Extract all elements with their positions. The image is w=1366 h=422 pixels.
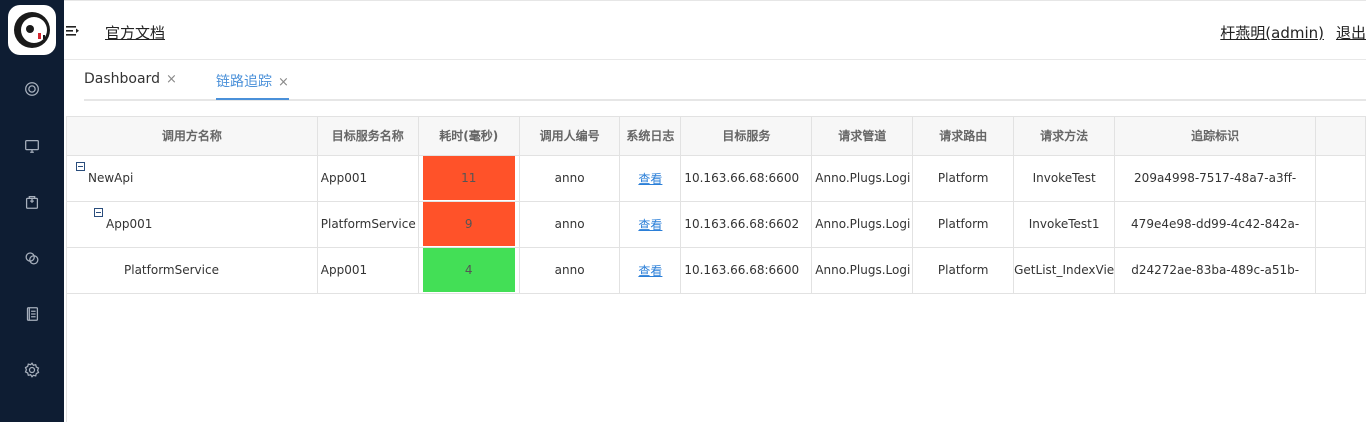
column-header[interactable]: 请求管道 [811, 117, 914, 156]
logo-image [14, 12, 50, 48]
target-cell: 10.163.66.68:6600 [680, 155, 813, 202]
caller-cell: PlatformService [67, 247, 318, 294]
tree-collapse-icon[interactable] [94, 207, 103, 217]
spacer-cell [1315, 247, 1366, 294]
tab-trace[interactable]: 链路追踪 × [216, 71, 289, 100]
column-header[interactable]: 系统日志 [619, 117, 682, 156]
target-name-cell: App001 [317, 155, 419, 202]
route-cell: Platform [912, 201, 1015, 248]
caller-cell: NewApi [67, 155, 318, 202]
cost-value: 4 [422, 248, 515, 292]
nav-package-icon[interactable] [0, 182, 64, 222]
cost-value: 9 [422, 202, 515, 246]
nav-monitor-icon[interactable] [0, 126, 64, 166]
official-docs-link[interactable]: 官方文档 [105, 22, 165, 43]
nav-target-icon[interactable] [0, 69, 64, 109]
cost-cell: 9 [418, 201, 520, 248]
column-header-spacer [1315, 117, 1366, 156]
column-header[interactable]: 请求方法 [1013, 117, 1116, 156]
target-cell: 10.163.66.68:6602 [680, 201, 813, 248]
column-header[interactable]: 请求路由 [912, 117, 1015, 156]
trace-id-cell: 479e4e98-dd99-4c42-842a- [1114, 201, 1317, 248]
app-logo[interactable] [8, 5, 56, 55]
route-cell: Platform [912, 155, 1015, 202]
tab-label: Dashboard [84, 71, 160, 87]
log-cell: 查看 [619, 201, 682, 248]
tree-collapse-icon[interactable] [76, 161, 85, 171]
target-name-cell: PlatformService [317, 201, 419, 248]
tab-close-icon[interactable]: × [166, 72, 177, 87]
view-log-link[interactable]: 查看 [638, 264, 662, 278]
top-header: 官方文档 杆燕明(admin) 退出 [64, 0, 1366, 60]
caller-name: App001 [106, 216, 153, 231]
table-row[interactable]: App001 PlatformService 9 anno 查看 10.163.… [67, 201, 1366, 248]
view-log-link[interactable]: 查看 [638, 218, 662, 232]
page-tabs: Dashboard × 链路追踪 × [84, 60, 1366, 101]
trace-tree-grid: 调用方名称 目标服务名称 耗时(毫秒) 调用人编号 系统日志 目标服务 请求管道… [66, 116, 1366, 422]
trace-id-cell: d24272ae-83ba-489c-a51b- [1114, 247, 1317, 294]
cost-value: 11 [422, 156, 515, 200]
caller-cell: App001 [67, 201, 318, 248]
user-no-cell: anno [519, 247, 621, 294]
column-header[interactable]: 调用方名称 [67, 117, 318, 156]
sidebar [0, 0, 64, 422]
caller-name: NewApi [88, 170, 134, 185]
method-cell: InvokeTest [1013, 155, 1116, 202]
method-cell: InvokeTest1 [1013, 201, 1116, 248]
log-cell: 查看 [619, 155, 682, 202]
table-row[interactable]: NewApi App001 11 anno 查看 10.163.66.68:66… [67, 155, 1366, 202]
cost-cell: 4 [418, 247, 520, 294]
pipe-cell: Anno.Plugs.Logi [811, 155, 914, 202]
user-no-cell: anno [519, 155, 621, 202]
tab-label: 链路追踪 [216, 74, 272, 90]
caller-name: PlatformService [124, 262, 219, 277]
pipe-cell: Anno.Plugs.Logi [811, 201, 914, 248]
user-no-cell: anno [519, 201, 621, 248]
spacer-cell [1315, 201, 1366, 248]
column-header[interactable]: 调用人编号 [519, 117, 621, 156]
column-header[interactable]: 目标服务 [680, 117, 813, 156]
nav-link-icon[interactable] [0, 238, 64, 278]
method-cell: GetList_IndexVie [1013, 247, 1116, 294]
view-log-link[interactable]: 查看 [638, 172, 662, 186]
column-header[interactable]: 追踪标识 [1114, 117, 1317, 156]
column-header[interactable]: 耗时(毫秒) [418, 117, 520, 156]
nav-settings-icon[interactable] [0, 350, 64, 390]
trace-table: 调用方名称 目标服务名称 耗时(毫秒) 调用人编号 系统日志 目标服务 请求管道… [67, 117, 1366, 294]
target-cell: 10.163.66.68:6600 [680, 247, 813, 294]
current-user-link[interactable]: 杆燕明(admin) [1220, 22, 1324, 43]
tab-close-icon[interactable]: × [278, 75, 289, 90]
column-header[interactable]: 目标服务名称 [317, 117, 419, 156]
trace-id-cell: 209a4998-7517-48a7-a3ff- [1114, 155, 1317, 202]
spacer-cell [1315, 155, 1366, 202]
menu-toggle-icon[interactable] [66, 25, 80, 37]
cost-cell: 11 [418, 155, 520, 202]
log-cell: 查看 [619, 247, 682, 294]
tab-dashboard[interactable]: Dashboard × [84, 71, 177, 100]
table-header-row: 调用方名称 目标服务名称 耗时(毫秒) 调用人编号 系统日志 目标服务 请求管道… [67, 117, 1366, 156]
table-row[interactable]: PlatformService App001 4 anno 查看 10.163.… [67, 247, 1366, 294]
pipe-cell: Anno.Plugs.Logi [811, 247, 914, 294]
logout-link[interactable]: 退出 [1336, 22, 1366, 43]
route-cell: Platform [912, 247, 1015, 294]
target-name-cell: App001 [317, 247, 419, 294]
nav-book-icon[interactable] [0, 294, 64, 334]
